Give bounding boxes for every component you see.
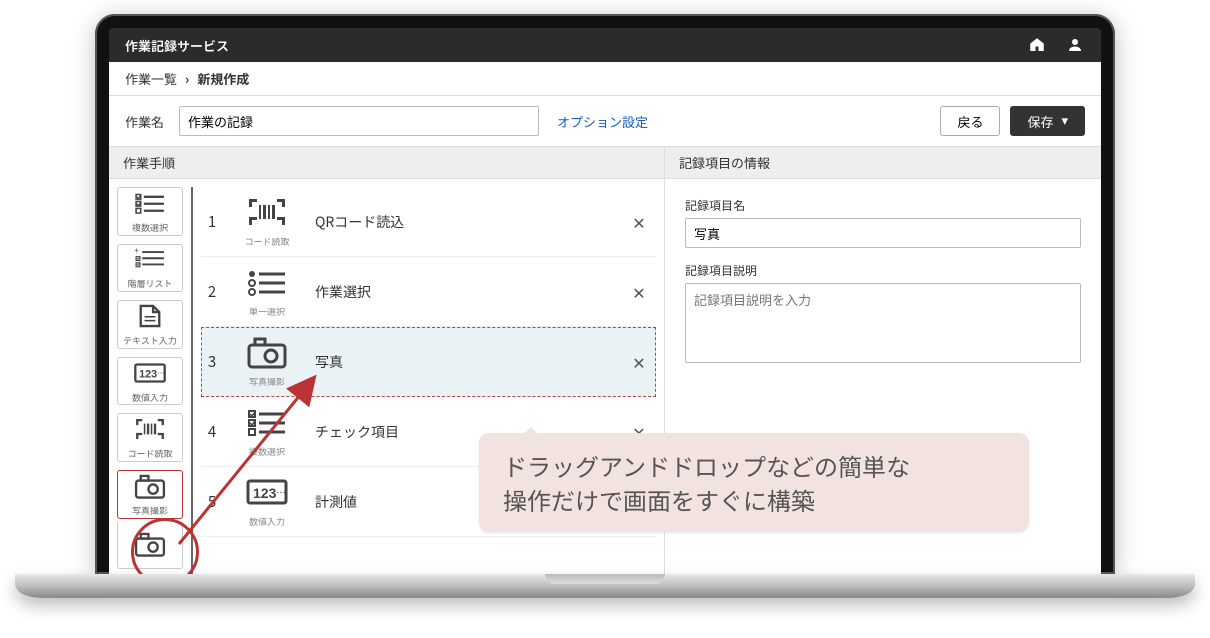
palette-text-input[interactable]: テキスト入力 bbox=[117, 300, 183, 349]
step-icon-label: 数値入力 bbox=[229, 515, 305, 528]
palette-label: 数値入力 bbox=[132, 391, 168, 404]
step-icon-label: 複数選択 bbox=[229, 445, 305, 458]
item-desc-label: 記録項目説明 bbox=[685, 262, 1081, 279]
toolbar: 作業名 オプション設定 戻る 保存 ▾ bbox=[109, 96, 1101, 147]
delete-step-icon[interactable]: ✕ bbox=[626, 350, 652, 374]
app-title: 作業記録サービス bbox=[125, 36, 229, 55]
home-icon[interactable] bbox=[1027, 35, 1047, 55]
step-number: 3 bbox=[205, 351, 219, 372]
callout-line2: 操作だけで画面をすぐに構築 bbox=[503, 482, 815, 517]
option-settings-link[interactable]: オプション設定 bbox=[557, 112, 648, 131]
app-screen: 作業記録サービス 作業一覧 › 新規作成 作業名 オプション設定 bbox=[109, 28, 1101, 574]
multi-select-icon bbox=[245, 405, 289, 439]
breadcrumb-current: 新規作成 bbox=[197, 69, 249, 88]
item-name-input[interactable] bbox=[685, 218, 1081, 248]
section-headers: 作業手順 記録項目の情報 bbox=[109, 147, 1101, 179]
breadcrumb: 作業一覧 › 新規作成 bbox=[109, 62, 1101, 96]
palette-photo-capture[interactable]: 写真撮影 bbox=[117, 470, 183, 519]
palette-label: コード読取 bbox=[127, 447, 172, 460]
palette-label: テキスト入力 bbox=[123, 334, 177, 347]
number-icon bbox=[245, 475, 289, 509]
single-select-icon bbox=[245, 265, 289, 299]
steps-header: 作業手順 bbox=[109, 147, 665, 178]
back-button[interactable]: 戻る bbox=[940, 106, 1000, 136]
camera-icon bbox=[245, 335, 289, 369]
step-title: 写真 bbox=[315, 352, 616, 372]
screen-frame: 作業記録サービス 作業一覧 › 新規作成 作業名 オプション設定 bbox=[95, 14, 1115, 574]
palette-multi-select[interactable]: 複数選択 bbox=[117, 187, 183, 236]
step-title: QRコード読込 bbox=[315, 212, 616, 232]
palette-extra-item[interactable] bbox=[117, 521, 183, 569]
component-palette: 複数選択 階層リスト テキスト入力 数値入力 bbox=[109, 179, 191, 574]
palette-code-reader[interactable]: コード読取 bbox=[117, 413, 183, 462]
palette-label: 階層リスト bbox=[127, 277, 172, 290]
step-row[interactable]: 1 コード読取 QRコード読込 ✕ bbox=[201, 187, 656, 257]
item-desc-textarea[interactable] bbox=[685, 283, 1081, 363]
delete-step-icon[interactable]: ✕ bbox=[626, 280, 652, 304]
step-icon-label: コード読取 bbox=[229, 235, 305, 248]
palette-hier-list[interactable]: 階層リスト bbox=[117, 244, 183, 293]
step-number: 1 bbox=[205, 211, 219, 232]
save-button[interactable]: 保存 ▾ bbox=[1010, 106, 1085, 136]
step-number: 5 bbox=[205, 491, 219, 512]
breadcrumb-parent[interactable]: 作業一覧 bbox=[125, 69, 177, 88]
task-name-input[interactable] bbox=[179, 106, 539, 136]
laptop-mockup: 作業記録サービス 作業一覧 › 新規作成 作業名 オプション設定 bbox=[95, 14, 1115, 598]
callout-line1: ドラッグアンドドロップなどの簡単な bbox=[503, 448, 910, 483]
palette-label: 写真撮影 bbox=[132, 504, 168, 517]
step-number: 2 bbox=[205, 281, 219, 302]
barcode-icon bbox=[245, 195, 289, 229]
palette-number-input[interactable]: 数値入力 bbox=[117, 357, 183, 406]
step-title: 作業選択 bbox=[315, 282, 616, 302]
item-name-label: 記録項目名 bbox=[685, 197, 1081, 214]
step-icon-label: 単一選択 bbox=[229, 305, 305, 318]
step-number: 4 bbox=[205, 421, 219, 442]
caret-down-icon: ▾ bbox=[1061, 113, 1068, 129]
detail-header: 記録項目の情報 bbox=[665, 147, 1101, 178]
task-name-label: 作業名 bbox=[125, 112, 169, 131]
step-icon-label: 写真撮影 bbox=[229, 375, 305, 388]
step-row[interactable]: 2 単一選択 作業選択 ✕ bbox=[201, 257, 656, 327]
user-icon[interactable] bbox=[1065, 35, 1085, 55]
callout-bubble: ドラッグアンドドロップなどの簡単な 操作だけで画面をすぐに構築 bbox=[479, 433, 1029, 532]
palette-label: 複数選択 bbox=[132, 221, 168, 234]
app-topbar: 作業記録サービス bbox=[109, 28, 1101, 62]
laptop-base bbox=[15, 574, 1195, 598]
delete-step-icon[interactable]: ✕ bbox=[626, 210, 652, 234]
step-row-selected[interactable]: 3 写真撮影 写真 ✕ bbox=[201, 327, 656, 397]
chevron-right-icon: › bbox=[185, 69, 189, 88]
